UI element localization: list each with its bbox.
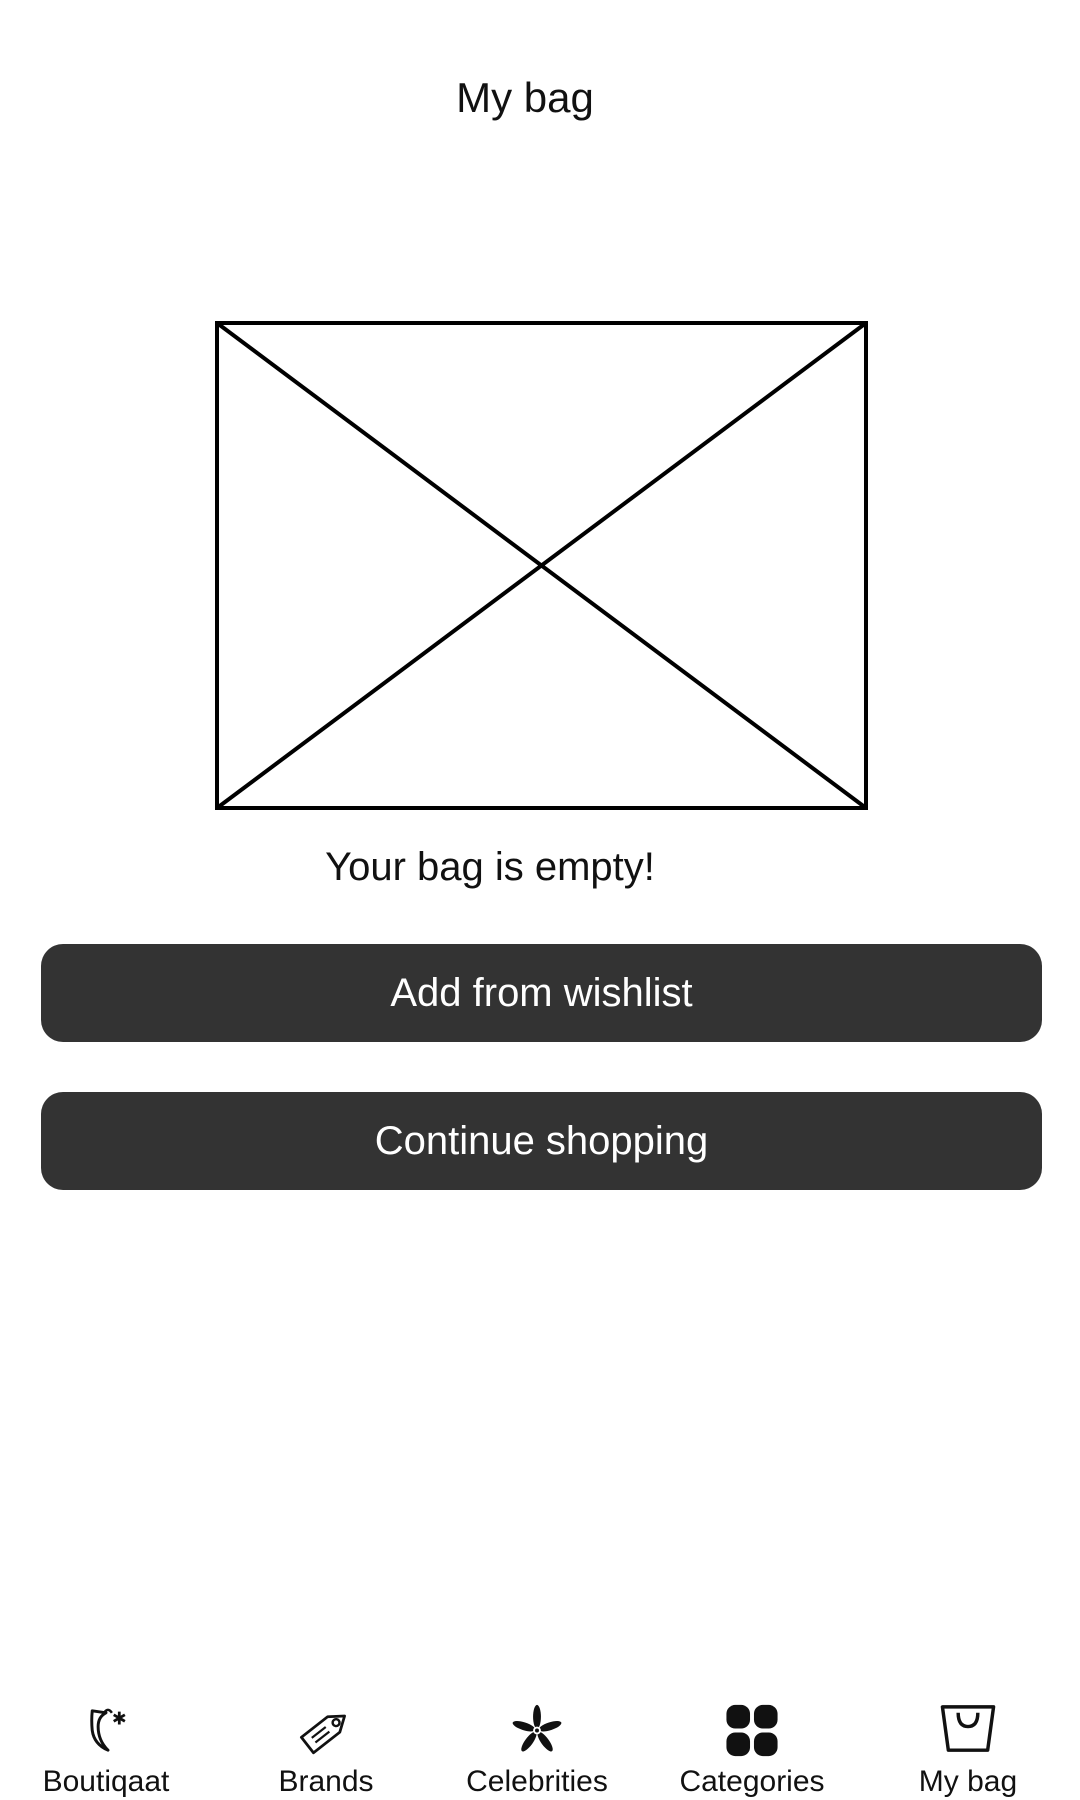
empty-bag-image-placeholder — [215, 321, 868, 810]
add-from-wishlist-button[interactable]: Add from wishlist — [41, 944, 1042, 1042]
tab-my-bag-label: My bag — [918, 1765, 1018, 1798]
tab-celebrities[interactable]: Celebrities — [437, 1690, 637, 1800]
shopping-bag-icon — [940, 1705, 996, 1752]
tab-celebrities-label: Celebrities — [466, 1765, 608, 1798]
tab-categories-label: Categories — [679, 1765, 825, 1798]
grid-icon — [726, 1704, 778, 1757]
tab-categories[interactable]: Categories — [652, 1690, 852, 1800]
tab-brands-label: Brands — [278, 1765, 374, 1798]
tab-my-bag[interactable]: My bag — [868, 1690, 1068, 1800]
tab-boutiqaat[interactable]: ✱ Boutiqaat — [6, 1690, 206, 1800]
svg-text:✱: ✱ — [112, 1710, 127, 1730]
page-title: My bag — [456, 74, 594, 121]
tab-boutiqaat-label: Boutiqaat — [42, 1765, 170, 1798]
continue-shopping-button[interactable]: Continue shopping — [41, 1092, 1042, 1190]
boutiqaat-logo-icon: ✱ — [90, 1708, 127, 1752]
bottom-tab-bar: ✱ Boutiqaat Brands Celebrities Categorie… — [0, 1690, 1080, 1800]
flower-icon — [512, 1704, 562, 1752]
tag-icon — [299, 1714, 346, 1755]
tab-brands[interactable]: Brands — [226, 1690, 426, 1800]
empty-bag-message: Your bag is empty! — [325, 845, 655, 889]
